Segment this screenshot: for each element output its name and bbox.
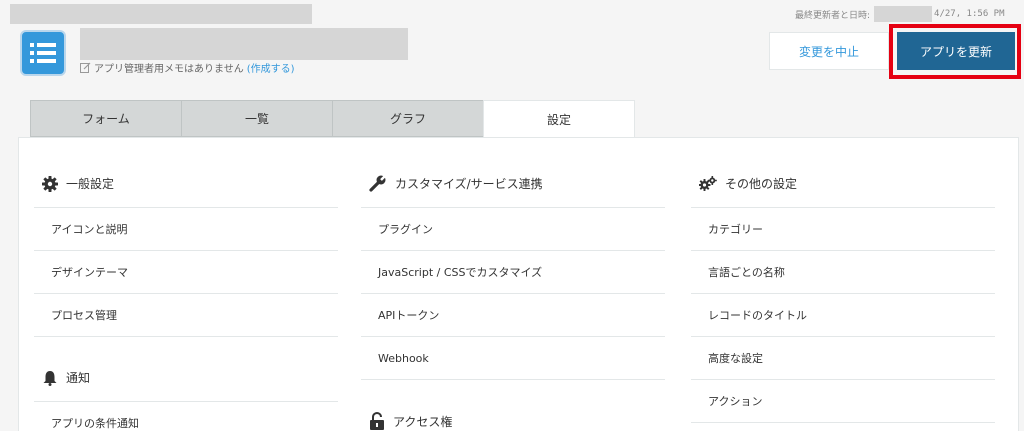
settings-item-api-token[interactable]: APIトークン [361,294,665,337]
settings-item-design-theme[interactable]: デザインテーマ [34,251,338,294]
wrench-icon [369,175,386,192]
updated-time: 4/27, 1:56 PM [934,9,1005,19]
customize-column: カスタマイズ/サービス連携 プラグイン JavaScript / CSSでカスタ… [361,138,665,431]
settings-item-record-title[interactable]: レコードのタイトル [691,294,995,337]
create-memo-link[interactable]: (作成する) [247,60,295,75]
other-settings-column: その他の設定 カテゴリー 言語ごとの名称 レコードのタイトル 高度な設定 アクシ… [691,138,995,423]
general-settings-title: 一般設定 [66,177,115,191]
settings-tabs: フォーム 一覧 グラフ 設定 [30,100,635,138]
settings-item-localized-names[interactable]: 言語ごとの名称 [691,251,995,294]
other-settings-title: その他の設定 [725,177,798,191]
notification-title: 通知 [66,371,91,385]
breadcrumb-redacted [10,4,312,24]
settings-item-conditional-notification[interactable]: アプリの条件通知 [34,402,338,431]
last-updated: 最終更新者と日時: 4/27, 1:56 PM [795,6,1005,22]
gear-icon [42,176,58,192]
admin-memo: アプリ管理者用メモはありません (作成する) [80,60,295,75]
unlock-icon [370,412,384,430]
updated-user-redacted [874,6,933,22]
settings-item-advanced[interactable]: 高度な設定 [691,337,995,380]
updated-label: 最終更新者と日時: [795,10,871,21]
settings-item-js-css-customize[interactable]: JavaScript / CSSでカスタマイズ [361,251,665,294]
access-heading: アクセス権 [361,380,665,431]
tab-settings[interactable]: 設定 [483,100,635,138]
settings-item-plugins[interactable]: プラグイン [361,208,665,251]
general-settings-heading: 一般設定 [34,138,338,208]
cancel-changes-button[interactable]: 変更を中止 [769,32,889,70]
settings-item-action[interactable]: アクション [691,380,995,423]
tab-graph[interactable]: グラフ [332,100,484,137]
settings-panel: 一般設定 アイコンと説明 デザインテーマ プロセス管理 通知 アプリの条件通知 … [18,137,1019,431]
memo-text: アプリ管理者用メモはありません [94,64,244,75]
bell-icon [43,371,57,386]
customize-title: カスタマイズ/サービス連携 [395,177,543,191]
access-title: アクセス権 [393,415,453,429]
tab-form[interactable]: フォーム [30,100,182,137]
other-settings-heading: その他の設定 [691,138,995,208]
app-icon [20,30,66,76]
list-icon [30,43,56,63]
memo-edit-icon [80,62,91,73]
settings-item-process-management[interactable]: プロセス管理 [34,294,338,337]
settings-item-category[interactable]: カテゴリー [691,208,995,251]
settings-item-icon-description[interactable]: アイコンと説明 [34,208,338,251]
customize-heading: カスタマイズ/サービス連携 [361,138,665,208]
update-app-button[interactable]: アプリを更新 [897,32,1015,70]
app-name-redacted [80,28,408,60]
settings-item-webhook[interactable]: Webhook [361,337,665,380]
tab-list[interactable]: 一覧 [181,100,333,137]
notification-heading: 通知 [34,337,338,402]
gears-icon [699,176,717,191]
general-settings-column: 一般設定 アイコンと説明 デザインテーマ プロセス管理 通知 アプリの条件通知 [34,138,338,431]
